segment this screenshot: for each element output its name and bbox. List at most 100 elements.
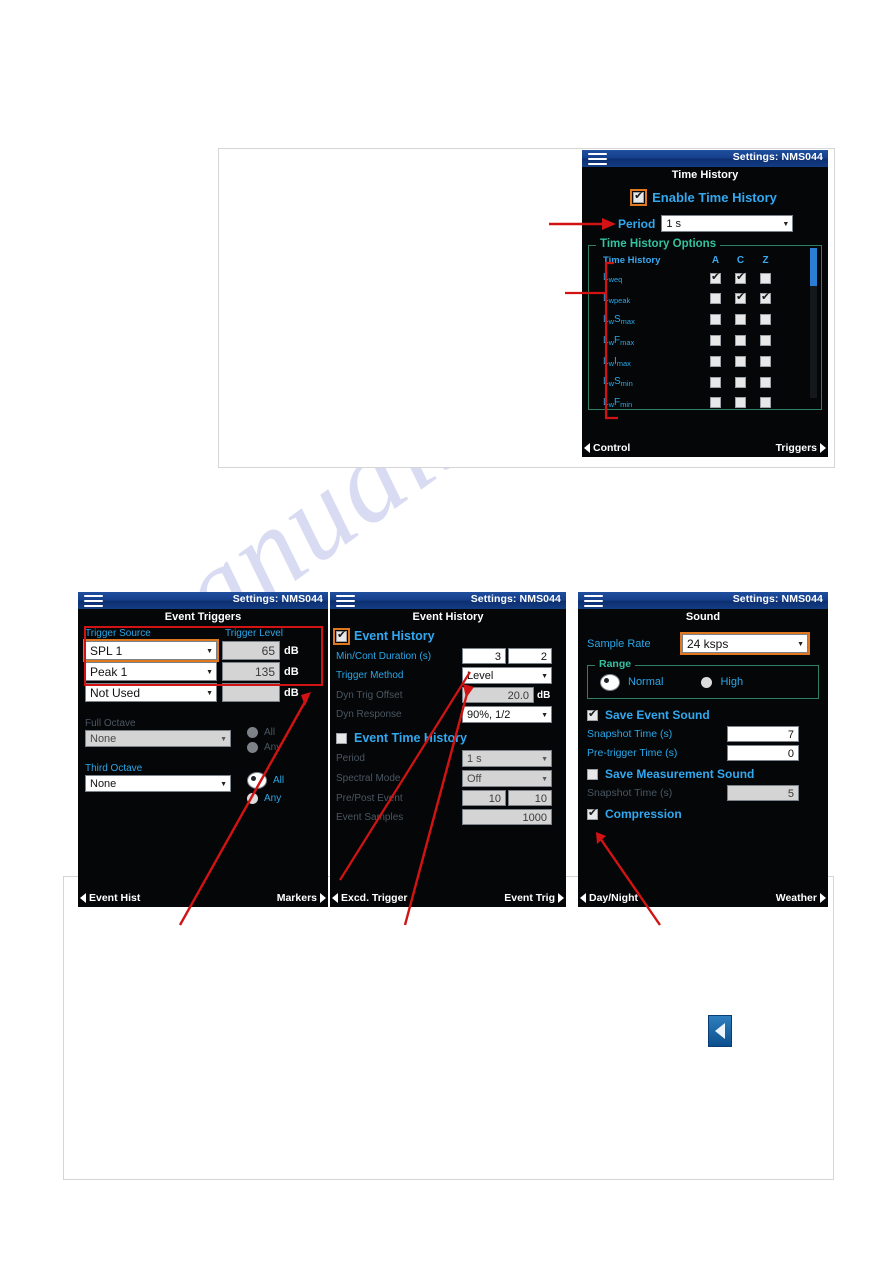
event-history-checkbox[interactable] <box>333 627 350 645</box>
nav-prev-day-night[interactable]: Day/Night <box>580 892 638 904</box>
back-button[interactable] <box>708 1015 732 1047</box>
pretrigger-time-input[interactable]: 0 <box>727 745 799 761</box>
event-period-select[interactable]: 1 s <box>462 750 552 767</box>
snapshot-time-2-label: Snapshot Time (s) <box>587 787 673 799</box>
period-select[interactable]: 1 s <box>661 215 794 232</box>
time-history-checkbox[interactable] <box>710 397 721 409</box>
dyn-response-label: Dyn Response <box>336 709 402 720</box>
snapshot-time-2-input[interactable]: 5 <box>727 785 799 801</box>
trigger-level-unit: dB <box>284 665 299 678</box>
time-history-checkbox[interactable] <box>710 293 721 305</box>
time-history-checkbox[interactable] <box>710 314 721 326</box>
trigger-level-input[interactable]: 135 <box>222 662 280 681</box>
time-history-checkbox[interactable] <box>735 335 746 347</box>
dyn-trig-offset-input[interactable]: 20.0 <box>462 687 534 703</box>
time-history-row: LwSmax <box>603 310 821 331</box>
time-history-row: LwImax <box>603 351 821 372</box>
menu-icon[interactable] <box>588 153 607 165</box>
compression-checkbox[interactable] <box>587 807 598 820</box>
spectral-mode-select[interactable]: Off <box>462 770 552 787</box>
trigger-level-input[interactable] <box>222 683 280 702</box>
nav-prev-excd-trigger[interactable]: Excd. Trigger <box>332 892 408 904</box>
trigger-method-select[interactable]: Level <box>462 667 552 684</box>
min-cont-duration-label: Min/Cont Duration (s) <box>336 650 432 662</box>
third-octave-select[interactable]: None <box>85 775 231 792</box>
save-event-sound-label: Save Event Sound <box>605 708 710 722</box>
save-measurement-sound-label: Save Measurement Sound <box>605 767 755 781</box>
menu-icon[interactable] <box>84 595 103 607</box>
time-history-cell <box>728 353 753 371</box>
save-measurement-sound-checkbox[interactable] <box>587 768 598 780</box>
time-history-cell <box>728 290 753 308</box>
time-history-checkbox[interactable] <box>735 376 746 388</box>
full-octave-label: Full Octave <box>85 718 136 729</box>
nav-prev-control[interactable]: Control <box>584 442 630 454</box>
time-history-checkbox[interactable] <box>760 291 771 305</box>
full-octave-select[interactable]: None <box>85 730 231 747</box>
third-octave-any-radio[interactable] <box>247 793 258 804</box>
time-history-checkbox[interactable] <box>760 314 771 326</box>
full-octave-any-radio[interactable] <box>247 742 258 753</box>
cont-duration-input[interactable]: 2 <box>508 648 552 664</box>
time-history-checkbox[interactable] <box>710 271 721 284</box>
range-high-label: High <box>720 676 744 688</box>
trigger-source-select[interactable]: SPL 1 <box>83 639 219 662</box>
nav-prev-event-hist[interactable]: Event Hist <box>80 892 140 904</box>
time-history-checkbox[interactable] <box>735 271 746 284</box>
trigger-row: Not Used dB <box>85 683 321 702</box>
range-normal-radio[interactable] <box>600 673 620 691</box>
time-history-checkbox[interactable] <box>760 376 771 388</box>
time-history-cell <box>728 269 753 287</box>
chevron-left-icon <box>584 443 590 453</box>
menu-icon[interactable] <box>336 595 355 607</box>
time-history-checkbox[interactable] <box>760 335 771 347</box>
dyn-trig-offset-label: Dyn Trig Offset <box>336 689 403 701</box>
enable-time-history-checkbox[interactable] <box>630 189 648 206</box>
time-history-checkbox[interactable] <box>760 355 771 367</box>
time-history-scrollbar[interactable] <box>810 248 817 398</box>
time-history-cell <box>703 373 728 391</box>
time-history-checkbox[interactable] <box>710 355 721 367</box>
third-octave-all-radio[interactable] <box>247 772 267 789</box>
nav-next-markers[interactable]: Markers <box>277 892 326 904</box>
min-duration-input[interactable]: 3 <box>462 648 506 664</box>
nav-next-weather[interactable]: Weather <box>776 892 826 904</box>
chevron-right-icon <box>820 893 826 903</box>
event-time-history-checkbox[interactable] <box>336 732 347 744</box>
pre-event-input[interactable]: 10 <box>462 790 506 806</box>
event-history-navbar: Excd. Trigger Event Trig <box>330 889 566 907</box>
event-samples-input[interactable]: 1000 <box>462 809 552 825</box>
save-event-sound-checkbox[interactable] <box>587 708 598 721</box>
time-history-checkbox[interactable] <box>760 397 771 409</box>
time-history-cell <box>753 353 778 371</box>
time-history-cell <box>753 290 778 308</box>
time-history-checkbox[interactable] <box>735 397 746 409</box>
time-history-checkbox[interactable] <box>710 335 721 347</box>
snapshot-time-input[interactable]: 7 <box>727 726 799 742</box>
time-history-checkbox[interactable] <box>710 376 721 388</box>
time-history-row-label: LwImax <box>603 355 631 368</box>
trigger-level-input[interactable]: 65 <box>222 641 280 660</box>
menu-icon[interactable] <box>584 595 603 607</box>
time-history-cell <box>728 311 753 329</box>
nav-prev-label: Event Hist <box>89 892 141 904</box>
time-history-checkbox[interactable] <box>760 272 771 284</box>
dyn-response-select[interactable]: 90%, 1/2 <box>462 706 552 723</box>
nav-next-event-trig[interactable]: Event Trig <box>504 892 564 904</box>
range-high-radio[interactable] <box>701 676 713 688</box>
post-event-input[interactable]: 10 <box>508 790 552 806</box>
trigger-source-select[interactable]: Not Used <box>85 683 217 702</box>
time-history-checkbox[interactable] <box>735 291 746 305</box>
time-history-cell <box>753 394 778 412</box>
column-c-header: C <box>736 255 745 266</box>
trigger-source-select[interactable]: Peak 1 <box>85 662 217 681</box>
sample-rate-select[interactable]: 24 ksps <box>680 632 810 655</box>
nav-next-triggers[interactable]: Triggers <box>776 442 826 454</box>
sound-navbar: Day/Night Weather <box>578 889 828 907</box>
time-history-checkbox[interactable] <box>735 355 746 367</box>
time-history-checkbox[interactable] <box>735 314 746 326</box>
trigger-method-label: Trigger Method <box>336 670 404 681</box>
full-octave-all-radio[interactable] <box>247 727 258 738</box>
time-history-scroll-thumb[interactable] <box>810 248 817 286</box>
compression-label: Compression <box>605 807 682 821</box>
